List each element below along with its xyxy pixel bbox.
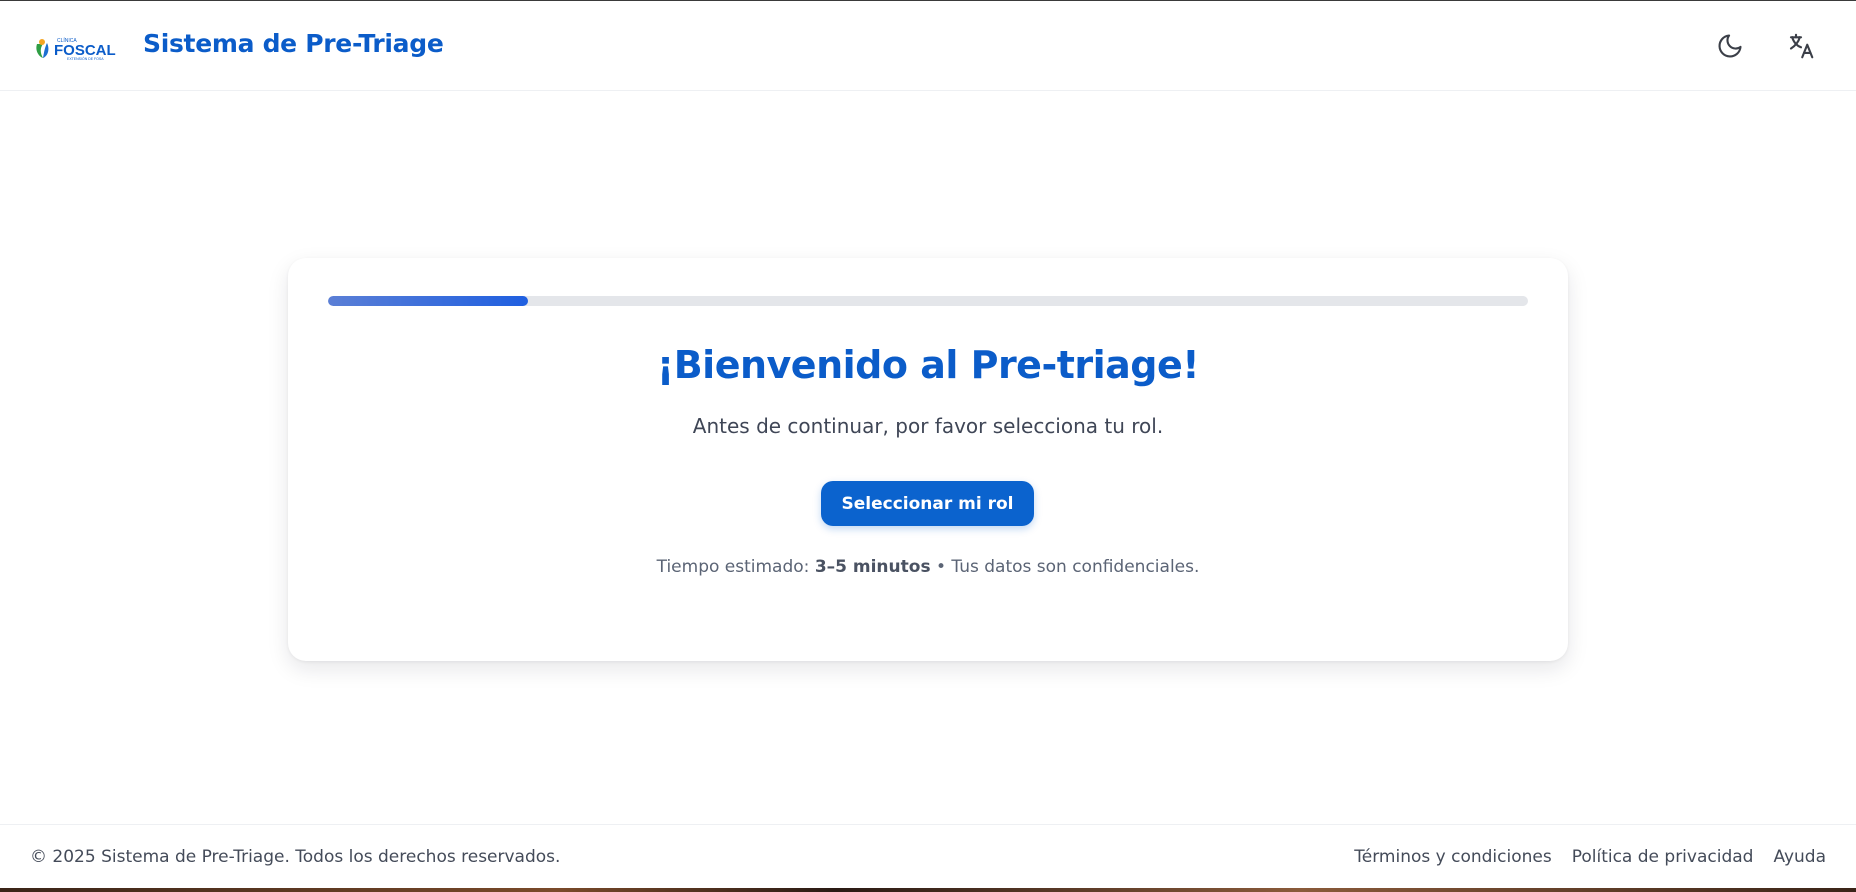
foscal-logo[interactable]: CLÍNICA FOSCAL EXTENSIÓN DE FOSA — [33, 34, 121, 62]
estimate-note: Tiempo estimado: 3–5 minutos • Tus datos… — [288, 557, 1568, 577]
welcome-card: ¡Bienvenido al Pre-triage! Antes de cont… — [288, 258, 1568, 661]
estimate-prefix: Tiempo estimado: — [656, 557, 815, 577]
app-footer: © 2025 Sistema de Pre-Triage. Todos los … — [0, 824, 1856, 888]
select-role-button[interactable]: Seleccionar mi rol — [821, 481, 1034, 526]
app-title: Sistema de Pre-Triage — [143, 29, 444, 58]
welcome-title: ¡Bienvenido al Pre-triage! — [656, 343, 1200, 387]
privacy-link[interactable]: Política de privacidad — [1572, 847, 1754, 867]
dark-mode-toggle[interactable] — [1715, 31, 1745, 61]
language-toggle[interactable] — [1786, 31, 1816, 61]
welcome-subtitle: Antes de continuar, por favor selecciona… — [692, 414, 1164, 438]
terms-link[interactable]: Términos y condiciones — [1354, 847, 1551, 867]
estimate-duration: 3–5 minutos — [814, 557, 931, 577]
copyright-text: © 2025 Sistema de Pre-Triage. Todos los … — [30, 847, 561, 867]
progress-bar — [328, 296, 1528, 306]
progress-fill — [328, 296, 529, 306]
translate-icon — [1789, 33, 1814, 59]
logo-tagline-text: EXTENSIÓN DE FOSA — [67, 56, 104, 61]
desktop-background-strip — [0, 888, 1856, 892]
app-header: CLÍNICA FOSCAL EXTENSIÓN DE FOSA Sistema… — [0, 1, 1856, 91]
help-link[interactable]: Ayuda — [1773, 847, 1826, 867]
confidentiality-note: • Tus datos son confidenciales. — [930, 557, 1200, 577]
footer-links: Términos y condiciones Política de priva… — [1354, 847, 1826, 867]
moon-icon — [1718, 34, 1742, 58]
